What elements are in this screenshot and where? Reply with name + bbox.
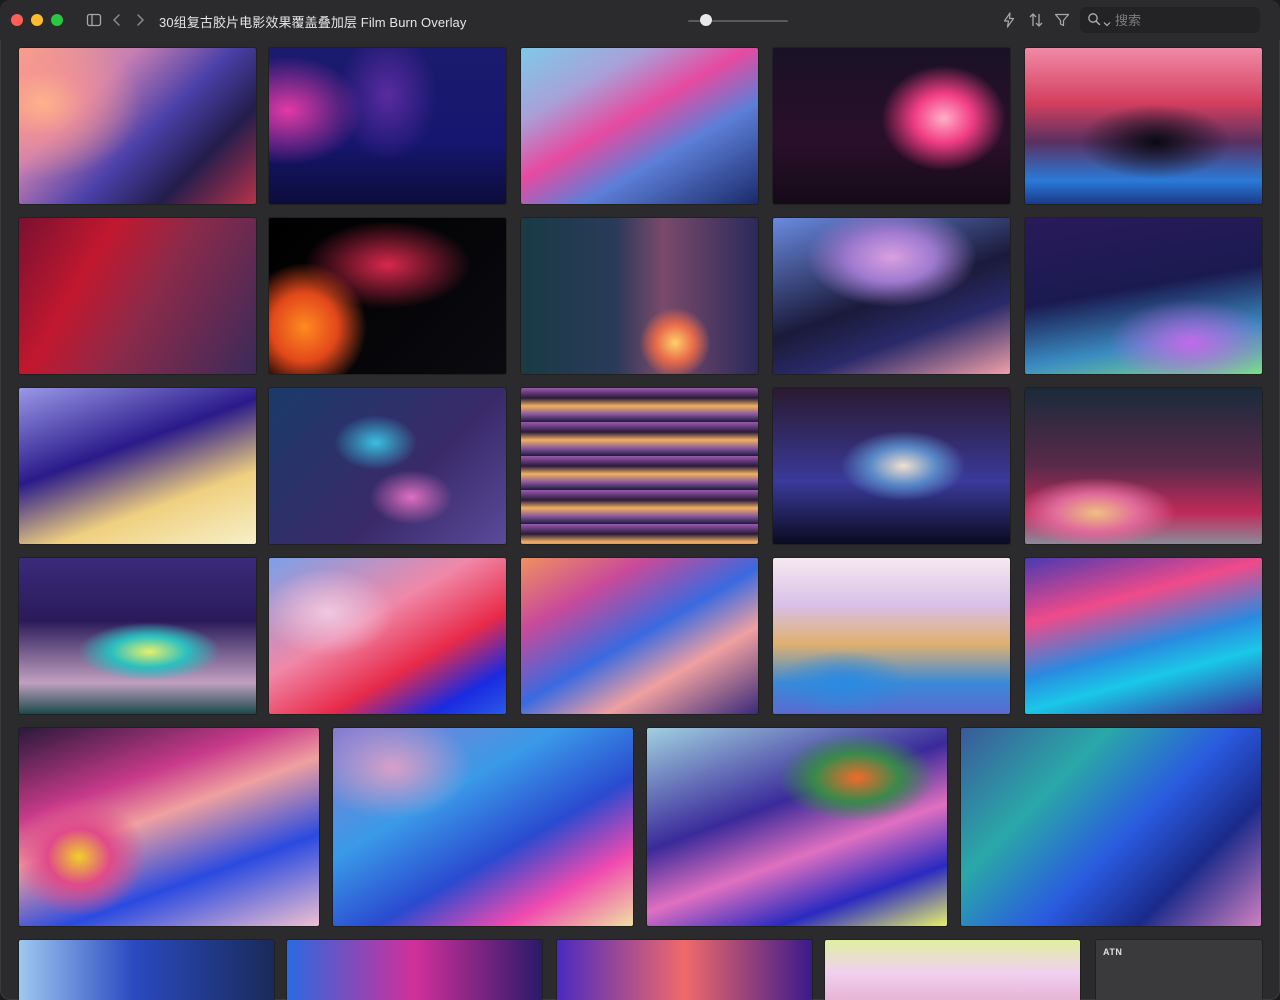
image-preview: [269, 48, 506, 204]
image-preview: [269, 388, 506, 544]
image-preview: [19, 728, 319, 926]
image-preview: [773, 218, 1010, 374]
image-thumbnail[interactable]: [19, 218, 256, 374]
search-icon: [1087, 12, 1101, 26]
image-preview: [333, 728, 633, 926]
file-thumbnail[interactable]: ATN: [1096, 940, 1262, 1000]
image-preview: [1025, 388, 1262, 544]
image-thumbnail[interactable]: [773, 388, 1010, 544]
image-preview: [961, 728, 1261, 926]
image-thumbnail[interactable]: [1025, 218, 1262, 374]
image-preview: [521, 558, 758, 714]
window-title: 30组复古胶片电影效果覆盖叠加层 Film Burn Overlay: [159, 15, 467, 30]
image-preview: [1025, 558, 1262, 714]
image-thumbnail[interactable]: [19, 388, 256, 544]
search-field[interactable]: [1080, 7, 1260, 33]
image-thumbnail[interactable]: [19, 940, 274, 1000]
image-preview: [647, 728, 947, 926]
image-thumbnail[interactable]: [521, 388, 758, 544]
image-thumbnail[interactable]: [521, 218, 758, 374]
chevron-left-icon[interactable]: [108, 11, 126, 29]
file-type-label: ATN: [1103, 947, 1123, 957]
close-button[interactable]: [11, 14, 23, 26]
image-preview: [825, 940, 1080, 1000]
image-thumbnail[interactable]: [1025, 558, 1262, 714]
chevron-down-icon[interactable]: [1103, 15, 1111, 27]
image-preview: [773, 388, 1010, 544]
filter-icon[interactable]: [1053, 11, 1071, 29]
search-input[interactable]: [1115, 10, 1250, 30]
image-thumbnail[interactable]: [521, 48, 758, 204]
chevron-right-icon[interactable]: [131, 11, 149, 29]
image-thumbnail[interactable]: [825, 940, 1080, 1000]
image-thumbnail[interactable]: [961, 728, 1261, 926]
image-thumbnail[interactable]: [557, 940, 812, 1000]
image-preview: [773, 48, 1010, 204]
image-thumbnail[interactable]: [647, 728, 947, 926]
image-preview: [269, 218, 506, 374]
image-preview: [287, 940, 542, 1000]
image-preview: [521, 48, 758, 204]
app-window: 30组复古胶片电影效果覆盖叠加层 Film Burn Overlay ATN: [0, 0, 1280, 1000]
image-preview: [521, 218, 758, 374]
image-thumbnail[interactable]: [287, 940, 542, 1000]
image-thumbnail[interactable]: [773, 558, 1010, 714]
image-preview: [19, 558, 256, 714]
image-thumbnail[interactable]: [269, 218, 506, 374]
image-thumbnail[interactable]: [521, 558, 758, 714]
image-thumbnail[interactable]: [333, 728, 633, 926]
image-preview: [19, 48, 256, 204]
sidebar-icon[interactable]: [85, 11, 103, 29]
minimize-button[interactable]: [31, 14, 43, 26]
slider-thumb[interactable]: [700, 14, 712, 26]
image-thumbnail[interactable]: [19, 728, 319, 926]
image-preview: [557, 940, 812, 1000]
thumbnail-grid: ATN: [0, 40, 1280, 1000]
lightning-icon[interactable]: [1000, 11, 1018, 29]
sort-icon[interactable]: [1027, 11, 1045, 29]
image-preview: [19, 940, 274, 1000]
image-preview: [19, 388, 256, 544]
image-thumbnail[interactable]: [773, 48, 1010, 204]
maximize-button[interactable]: [51, 14, 63, 26]
image-thumbnail[interactable]: [269, 558, 506, 714]
image-preview: [1025, 48, 1262, 204]
image-preview: [19, 218, 256, 374]
image-preview: [1025, 218, 1262, 374]
title-bar: 30组复古胶片电影效果覆盖叠加层 Film Burn Overlay: [0, 0, 1280, 40]
image-preview: [269, 558, 506, 714]
image-thumbnail[interactable]: [19, 558, 256, 714]
image-preview: [521, 388, 758, 544]
image-preview: [773, 558, 1010, 714]
image-thumbnail[interactable]: [269, 388, 506, 544]
image-thumbnail[interactable]: [269, 48, 506, 204]
image-thumbnail[interactable]: [1025, 48, 1262, 204]
image-thumbnail[interactable]: [19, 48, 256, 204]
image-thumbnail[interactable]: [773, 218, 1010, 374]
image-thumbnail[interactable]: [1025, 388, 1262, 544]
